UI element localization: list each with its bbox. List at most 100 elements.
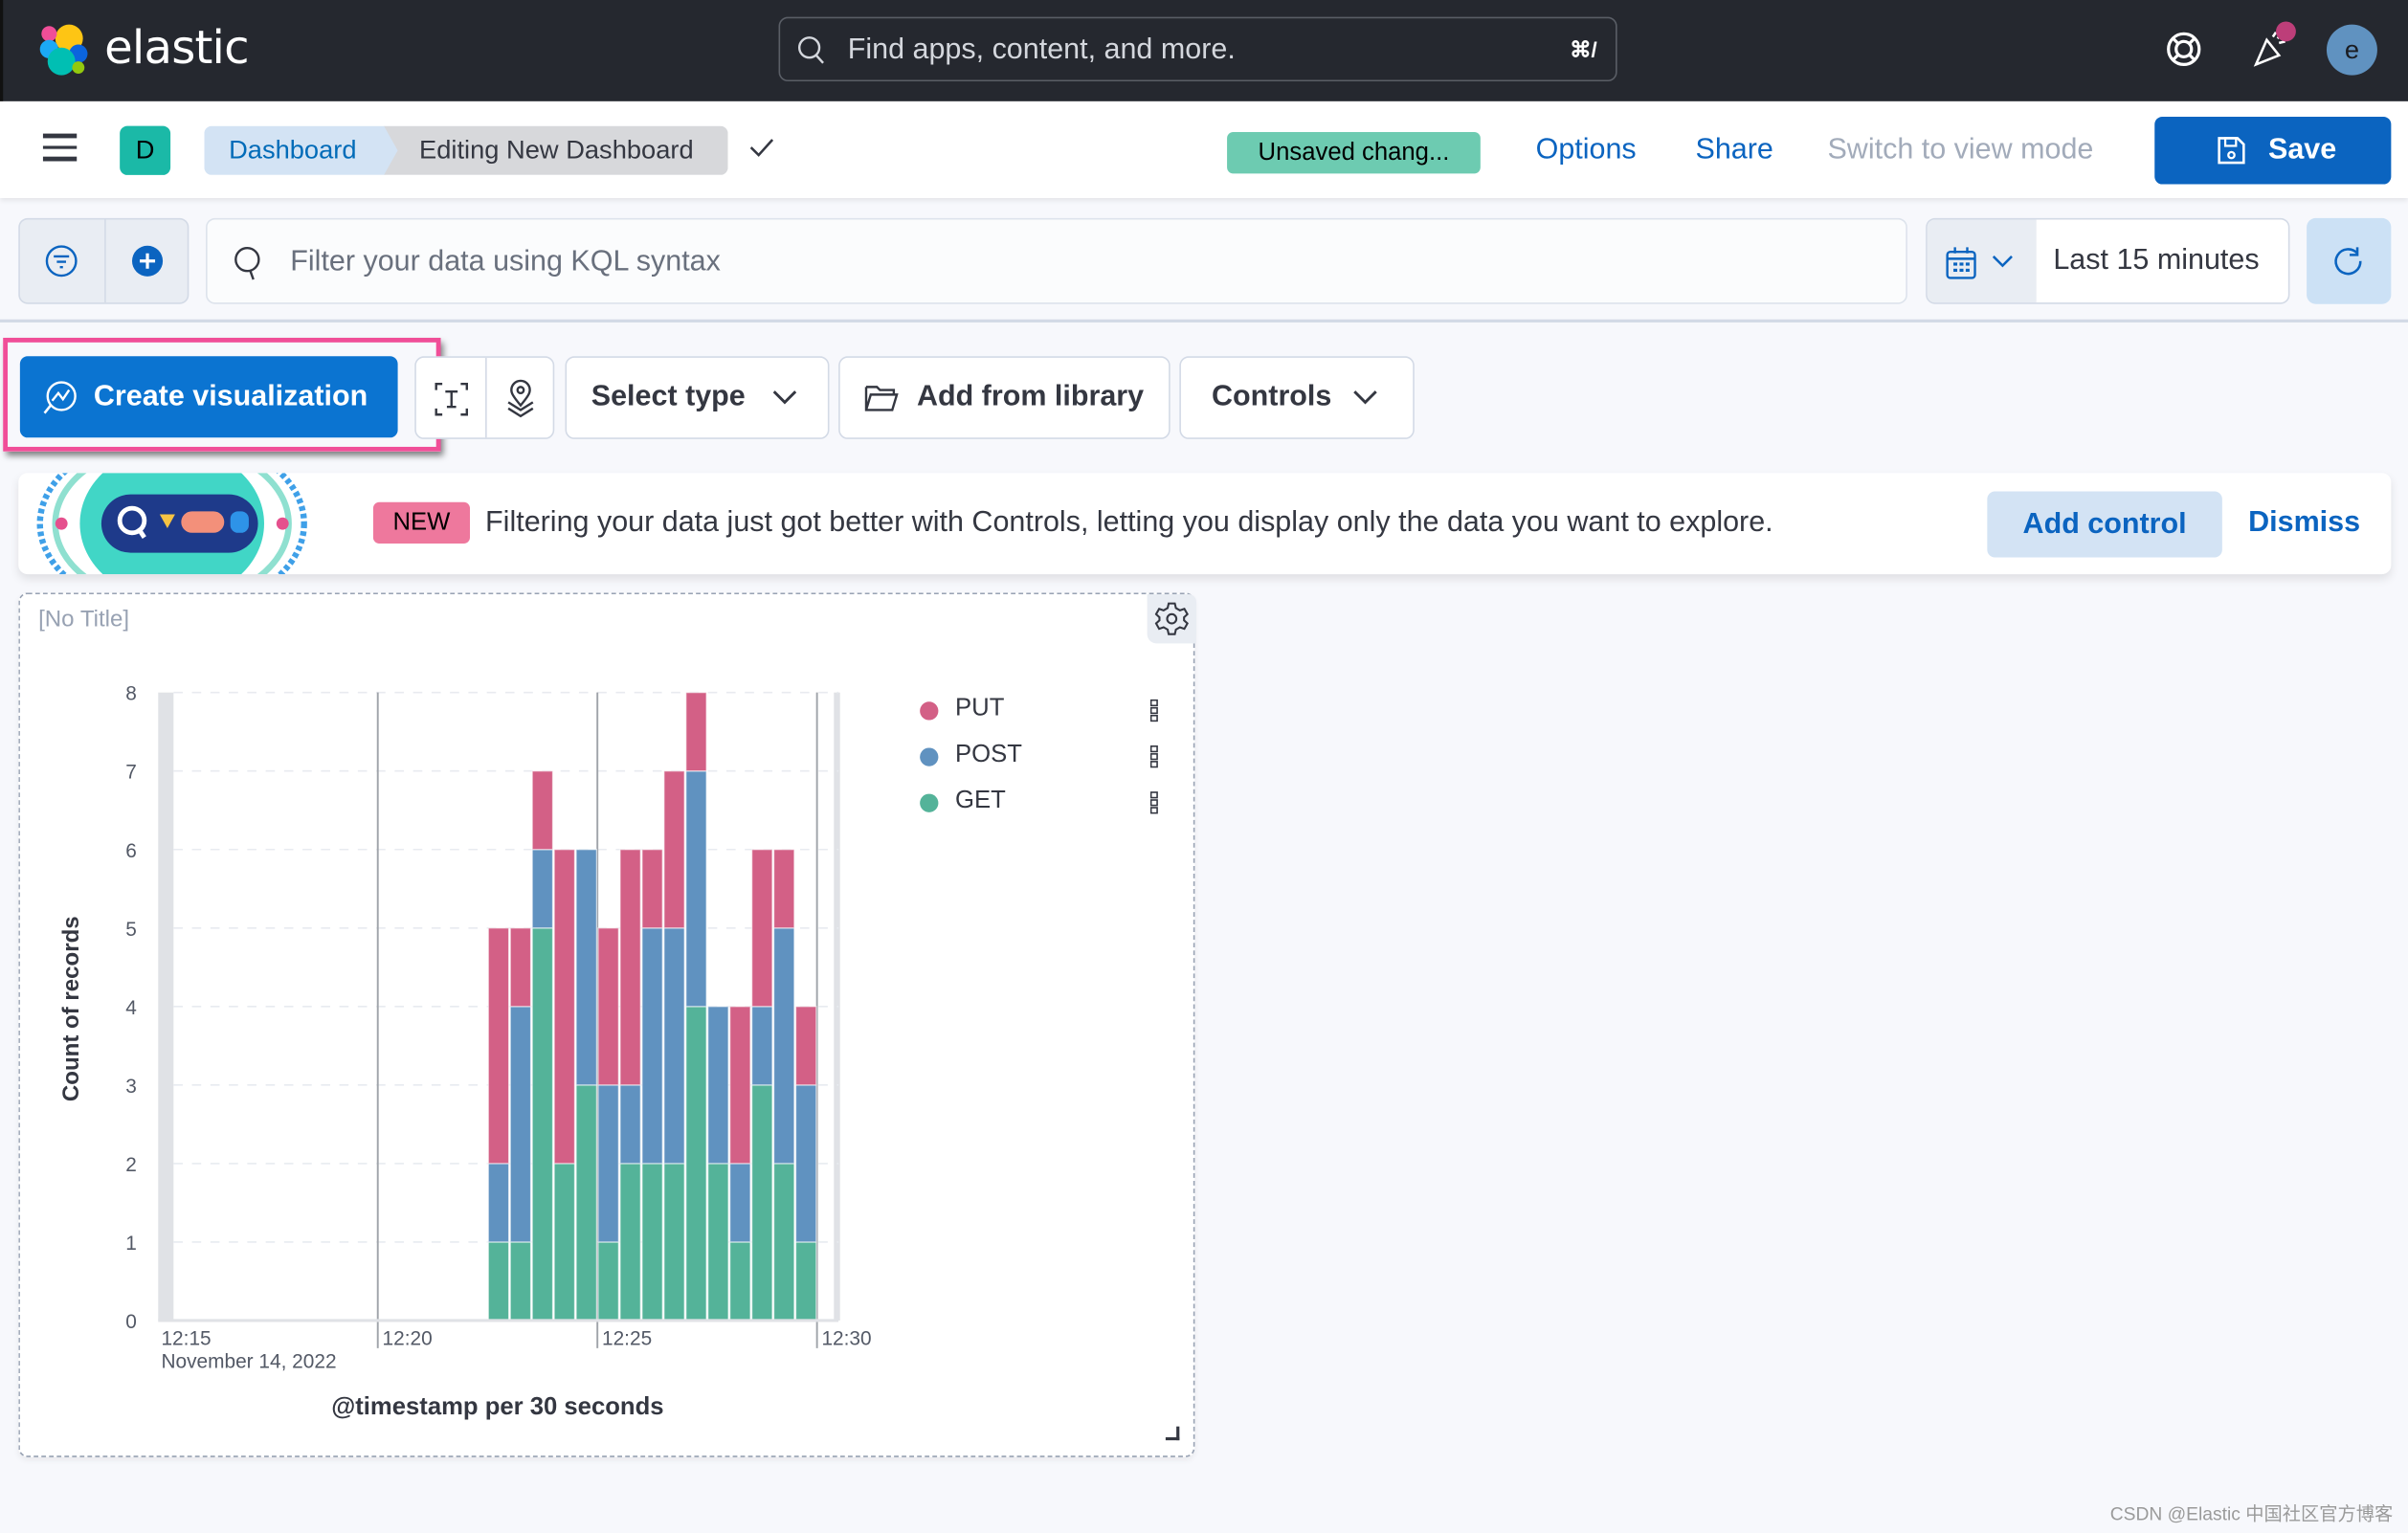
bar-post[interactable]: [619, 1084, 641, 1165]
check-icon[interactable]: [747, 132, 777, 163]
add-filter-icon[interactable]: [130, 244, 164, 278]
bar-put[interactable]: [619, 849, 641, 1086]
bar-get[interactable]: [794, 1241, 817, 1322]
y-tick-label: 0: [125, 1311, 137, 1333]
bar-post[interactable]: [641, 927, 663, 1165]
bar-get[interactable]: [772, 1163, 795, 1322]
kql-search-input[interactable]: Filter your data using KQL syntax: [206, 217, 1907, 304]
bar-get[interactable]: [487, 1241, 510, 1322]
bar-post[interactable]: [597, 1084, 619, 1243]
bar-post[interactable]: [750, 1006, 773, 1086]
global-search-input[interactable]: Find apps, content, and more. ⌘/: [778, 16, 1617, 82]
legend-label: PUT: [955, 695, 1005, 722]
bar-get[interactable]: [663, 1163, 685, 1322]
chart-legend: PUT POST GET: [915, 689, 1176, 827]
calendar-icon: [1946, 247, 1976, 279]
save-label: Save: [2267, 133, 2337, 167]
bar-put[interactable]: [729, 1006, 751, 1165]
top-nav-bar: elastic Find apps, content, and more. ⌘/…: [0, 0, 2408, 101]
bar-get[interactable]: [729, 1241, 751, 1322]
bar-post[interactable]: [663, 927, 685, 1165]
bar-get[interactable]: [750, 1084, 773, 1322]
bars: [487, 692, 817, 1322]
chevron-down-icon: [1353, 390, 1377, 405]
controls-dropdown[interactable]: Controls: [1179, 356, 1415, 439]
bar-get[interactable]: [707, 1163, 729, 1322]
bar-post[interactable]: [487, 1163, 510, 1243]
callout-message: Filtering your data just got better with…: [485, 506, 1773, 540]
quick-select-button[interactable]: [1927, 219, 2037, 303]
bar-get[interactable]: [641, 1163, 663, 1322]
bar-put[interactable]: [750, 849, 773, 1008]
bar-post[interactable]: [531, 849, 554, 929]
add-from-library-button[interactable]: Add from library: [838, 356, 1171, 439]
bar-post[interactable]: [794, 1084, 817, 1243]
bar-post[interactable]: [575, 849, 598, 1086]
bar-get[interactable]: [553, 1163, 576, 1322]
legend-actions-icon[interactable]: [1149, 790, 1160, 815]
bar-put[interactable]: [509, 927, 532, 1008]
bar-get[interactable]: [619, 1163, 641, 1322]
bar-get[interactable]: [531, 927, 554, 1322]
bar-put[interactable]: [663, 770, 685, 929]
bar-post[interactable]: [772, 927, 795, 1165]
bar-put[interactable]: [641, 849, 663, 929]
dismiss-button[interactable]: Dismiss: [2248, 505, 2360, 543]
bar-get[interactable]: [597, 1241, 619, 1322]
y-axis-band: [158, 692, 174, 1321]
elastic-logo-icon[interactable]: [37, 21, 93, 77]
resize-handle[interactable]: [1165, 1426, 1180, 1441]
select-type-dropdown[interactable]: Select type: [565, 356, 830, 439]
create-visualization-label: Create visualization: [93, 380, 368, 413]
bar-put[interactable]: [685, 692, 707, 772]
brand-name: elastic: [104, 21, 249, 76]
legend-item-get[interactable]: GET: [915, 782, 1176, 828]
filter-menu-icon[interactable]: [45, 244, 78, 278]
bar-post[interactable]: [729, 1163, 751, 1243]
share-button[interactable]: Share: [1695, 132, 1773, 169]
bar-get[interactable]: [509, 1241, 532, 1322]
add-control-button[interactable]: Add control: [1987, 491, 2222, 558]
panel-options-button[interactable]: [1147, 593, 1196, 644]
legend-item-put[interactable]: PUT: [915, 689, 1176, 735]
bar-get[interactable]: [575, 1084, 598, 1322]
divider: [485, 357, 487, 438]
bar-get[interactable]: [685, 1006, 707, 1322]
filter-bar-divider: [0, 319, 2408, 322]
quick-add-button-group: [414, 356, 555, 439]
bar-post[interactable]: [685, 770, 707, 1008]
notification-dot: [2276, 21, 2296, 42]
select-type-label: Select type: [591, 380, 746, 413]
breadcrumb-dashboard[interactable]: Dashboard: [204, 125, 401, 175]
legend-item-post[interactable]: POST: [915, 736, 1176, 782]
legend-actions-icon[interactable]: [1149, 699, 1160, 723]
bar-post[interactable]: [509, 1006, 532, 1243]
space-avatar[interactable]: D: [120, 125, 171, 175]
legend-actions-icon[interactable]: [1149, 744, 1160, 769]
bar-put[interactable]: [531, 770, 554, 851]
refresh-button[interactable]: [2307, 217, 2392, 304]
create-visualization-button[interactable]: Create visualization: [19, 356, 398, 438]
bar-put[interactable]: [553, 849, 576, 1165]
divider: [104, 219, 106, 303]
options-button[interactable]: Options: [1536, 132, 1637, 169]
maps-icon[interactable]: [502, 379, 540, 419]
bar-post[interactable]: [707, 1006, 729, 1165]
text-markdown-icon[interactable]: [435, 382, 469, 416]
legend-color-dot: [920, 701, 939, 721]
time-range-label[interactable]: Last 15 minutes: [2053, 243, 2259, 280]
bar-put[interactable]: [487, 927, 510, 1165]
help-icon[interactable]: [2162, 28, 2205, 71]
user-avatar[interactable]: e: [2326, 24, 2377, 76]
save-icon: [2218, 137, 2245, 165]
save-button[interactable]: Save: [2154, 116, 2392, 185]
y-tick-label: 7: [125, 762, 137, 784]
menu-hamburger-icon[interactable]: [42, 133, 78, 162]
date-picker[interactable]: Last 15 minutes: [1926, 217, 2290, 304]
bar-put[interactable]: [794, 1006, 817, 1086]
switch-to-view-mode-button[interactable]: Switch to view mode: [1827, 132, 2093, 169]
unsaved-changes-badge: Unsaved chang...: [1227, 131, 1481, 174]
bar-put[interactable]: [597, 927, 619, 1086]
bar-put[interactable]: [772, 849, 795, 929]
app-header: D Dashboard Editing New Dashboard Unsave…: [0, 100, 2408, 198]
